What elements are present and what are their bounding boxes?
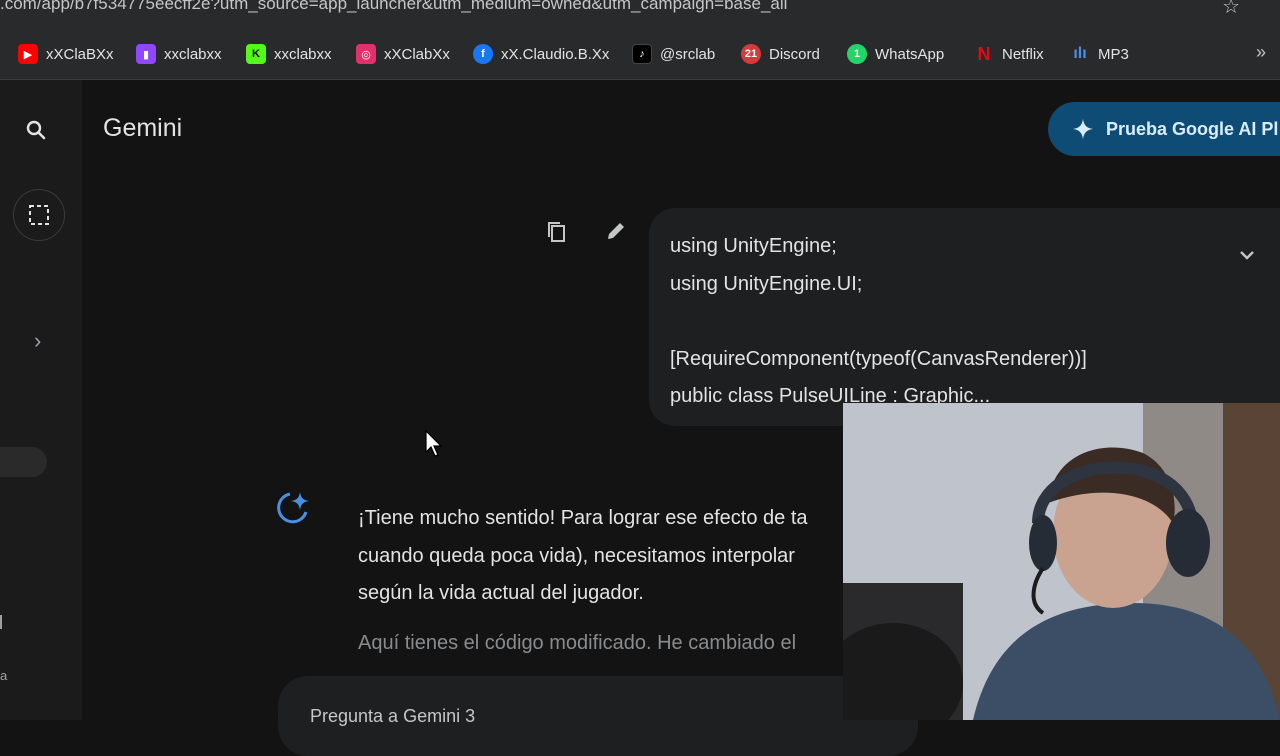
sparkle-icon [1072,118,1094,140]
sidebar-partial-item: a [0,668,8,683]
bookmark-label: xXClabXx [384,45,450,63]
sidebar-selected-item[interactable] [0,447,47,477]
bookmark-youtube[interactable]: ▶ xXClaBXx [18,42,114,66]
bookmark-label: xXClaBXx [46,45,114,63]
bookmark-label: xX.Claudio.B.Xx [501,45,610,63]
chevron-down-icon[interactable] [1239,238,1255,276]
star-icon[interactable]: ☆ [1222,0,1240,19]
reply-line: según la vida actual del jugador. [358,582,644,604]
chart-icon: ılı [1073,45,1087,62]
expand-sidebar-icon[interactable]: › [34,328,41,354]
bookmark-kick[interactable]: K xxclabxx [246,42,332,66]
youtube-icon: ▶ [18,44,38,64]
gemini-logo-icon [276,488,312,524]
edit-icon[interactable] [605,220,627,247]
new-chat-button[interactable] [13,189,65,241]
bookmark-mp3[interactable]: ılı MP3 [1070,42,1129,66]
bookmark-instagram[interactable]: ◎ xXClabXx [356,42,450,66]
facebook-icon: f [473,44,493,64]
address-bar[interactable]: .com/app/b7f534775eecff2e?utm_source=app… [0,0,1280,28]
message-line: [RequireComponent(typeof(CanvasRenderer)… [670,347,1087,370]
bookmark-label: Discord [769,45,820,63]
mouse-cursor-icon [425,429,443,463]
dashed-square-icon [29,205,49,225]
sidebar-indicator [0,615,2,629]
copy-icon[interactable] [546,220,568,249]
upgrade-label: Prueba Google AI Pl [1106,118,1279,139]
message-line: using UnityEngine.UI; [670,272,863,295]
app-title: Gemini [103,114,183,142]
reply-line-faded: Aquí tienes el código modificado. He cam… [358,632,797,654]
bookmark-label: Netflix [1002,45,1044,63]
tiktok-icon: ♪ [632,44,652,64]
url-text[interactable]: .com/app/b7f534775eecff2e?utm_source=app… [0,0,787,14]
sidebar-rail: › a [0,80,82,720]
twitch-icon: ▮ [136,44,156,64]
bookmark-netflix[interactable]: N Netflix [974,42,1044,66]
bookmark-label: MP3 [1098,45,1129,63]
whatsapp-icon: 1 [847,44,867,64]
kick-icon: K [246,44,266,64]
user-message[interactable]: using UnityEngine; using UnityEngine.UI;… [649,208,1280,426]
assistant-reply: ¡Tiene mucho sentido! Para lograr ese ef… [358,500,878,613]
bookmarks-bar: ▶ xXClaBXx ▮ xxclabxx K xxclabxx ◎ xXCla… [0,28,1280,80]
bookmark-label: @srclab [660,45,716,63]
webcam-overlay [843,403,1280,720]
reply-line: ¡Tiene mucho sentido! Para lograr ese ef… [358,507,808,529]
netflix-icon: N [977,43,991,64]
webcam-person-image [843,403,1280,720]
bookmark-discord[interactable]: 21 Discord [741,42,820,66]
message-line: using UnityEngine; [670,235,837,257]
prompt-input[interactable]: Pregunta a Gemini 3 [278,676,918,756]
instagram-icon: ◎ [356,44,376,64]
more-bookmarks-icon[interactable]: » [1256,42,1266,63]
prompt-placeholder: Pregunta a Gemini 3 [310,706,476,726]
upgrade-button[interactable]: Prueba Google AI Pl [1048,102,1280,156]
bookmark-label: xxclabxx [164,45,222,63]
bookmark-facebook[interactable]: f xX.Claudio.B.Xx [473,42,609,66]
bookmark-whatsapp[interactable]: 1 WhatsApp [847,42,944,66]
bookmark-label: xxclabxx [274,45,332,63]
discord-icon: 21 [741,44,761,64]
bookmark-twitch[interactable]: ▮ xxclabxx [136,42,222,66]
message-line [670,303,1280,341]
reply-line: cuando queda poca vida), necesitamos int… [358,544,795,567]
bookmark-label: WhatsApp [875,45,945,63]
bookmark-tiktok[interactable]: ♪ @srclab [632,42,715,66]
search-icon[interactable] [24,118,48,142]
